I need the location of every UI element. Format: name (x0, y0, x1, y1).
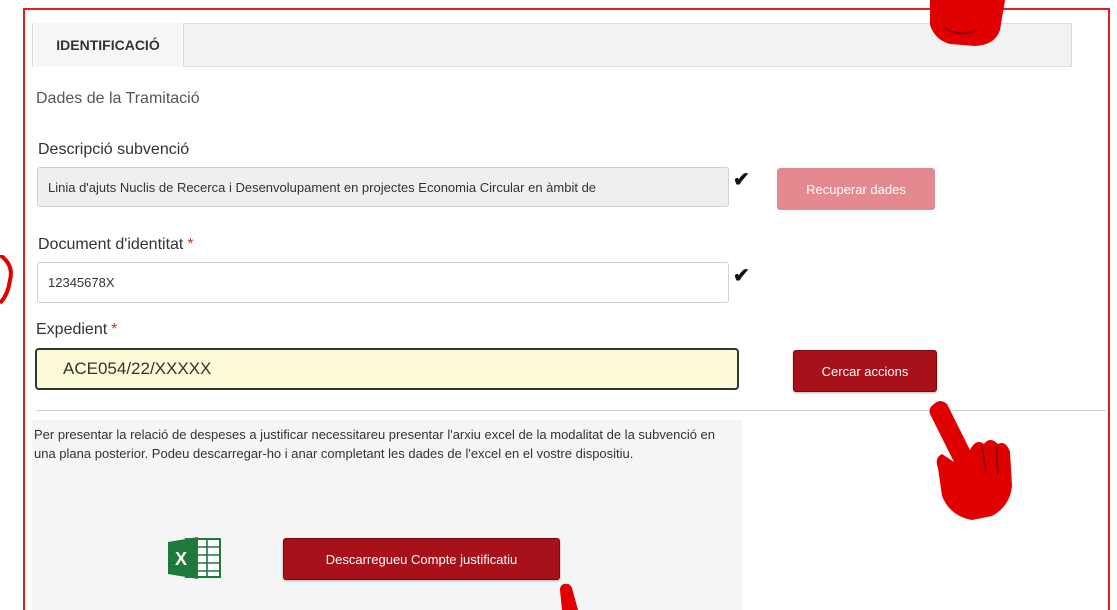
expedient-label: Expedient * (36, 321, 117, 339)
info-panel: Per presentar la relació de despeses a j… (32, 420, 742, 610)
expedient-field[interactable]: ACE054/22/XXXXX (35, 348, 739, 390)
download-button[interactable]: Descarregueu Compte justificatiu (283, 538, 560, 580)
identity-field[interactable]: 12345678X (37, 262, 729, 303)
pointer-hand-icon (930, 0, 1005, 46)
svg-text:X: X (175, 549, 187, 569)
description-field: Linia d'ajuts Nuclis de Recerca i Desenv… (37, 167, 729, 207)
pointer-hand-icon (0, 255, 13, 305)
pointer-hand-icon (929, 401, 1012, 520)
description-label: Descripció subvenció (38, 141, 190, 158)
expedient-label-text: Expedient (36, 321, 108, 338)
search-actions-button[interactable]: Cercar accions (793, 350, 937, 392)
required-mark: * (187, 236, 194, 253)
identity-label-text: Document d'identitat (38, 236, 184, 253)
identity-check-icon: ✔ (733, 265, 750, 287)
description-check-icon: ✔ (733, 169, 750, 191)
pointer-hand-icon (560, 584, 578, 610)
excel-icon: X (168, 537, 221, 579)
info-text: Per presentar la relació de despeses a j… (34, 427, 716, 461)
required-mark: * (111, 321, 118, 338)
recover-data-button[interactable]: Recuperar dades (777, 168, 935, 210)
identity-label: Document d'identitat * (38, 236, 194, 254)
section-title: Dades de la Tramitació (36, 90, 200, 107)
tab-identificacio[interactable]: IDENTIFICACIÓ (33, 23, 184, 67)
